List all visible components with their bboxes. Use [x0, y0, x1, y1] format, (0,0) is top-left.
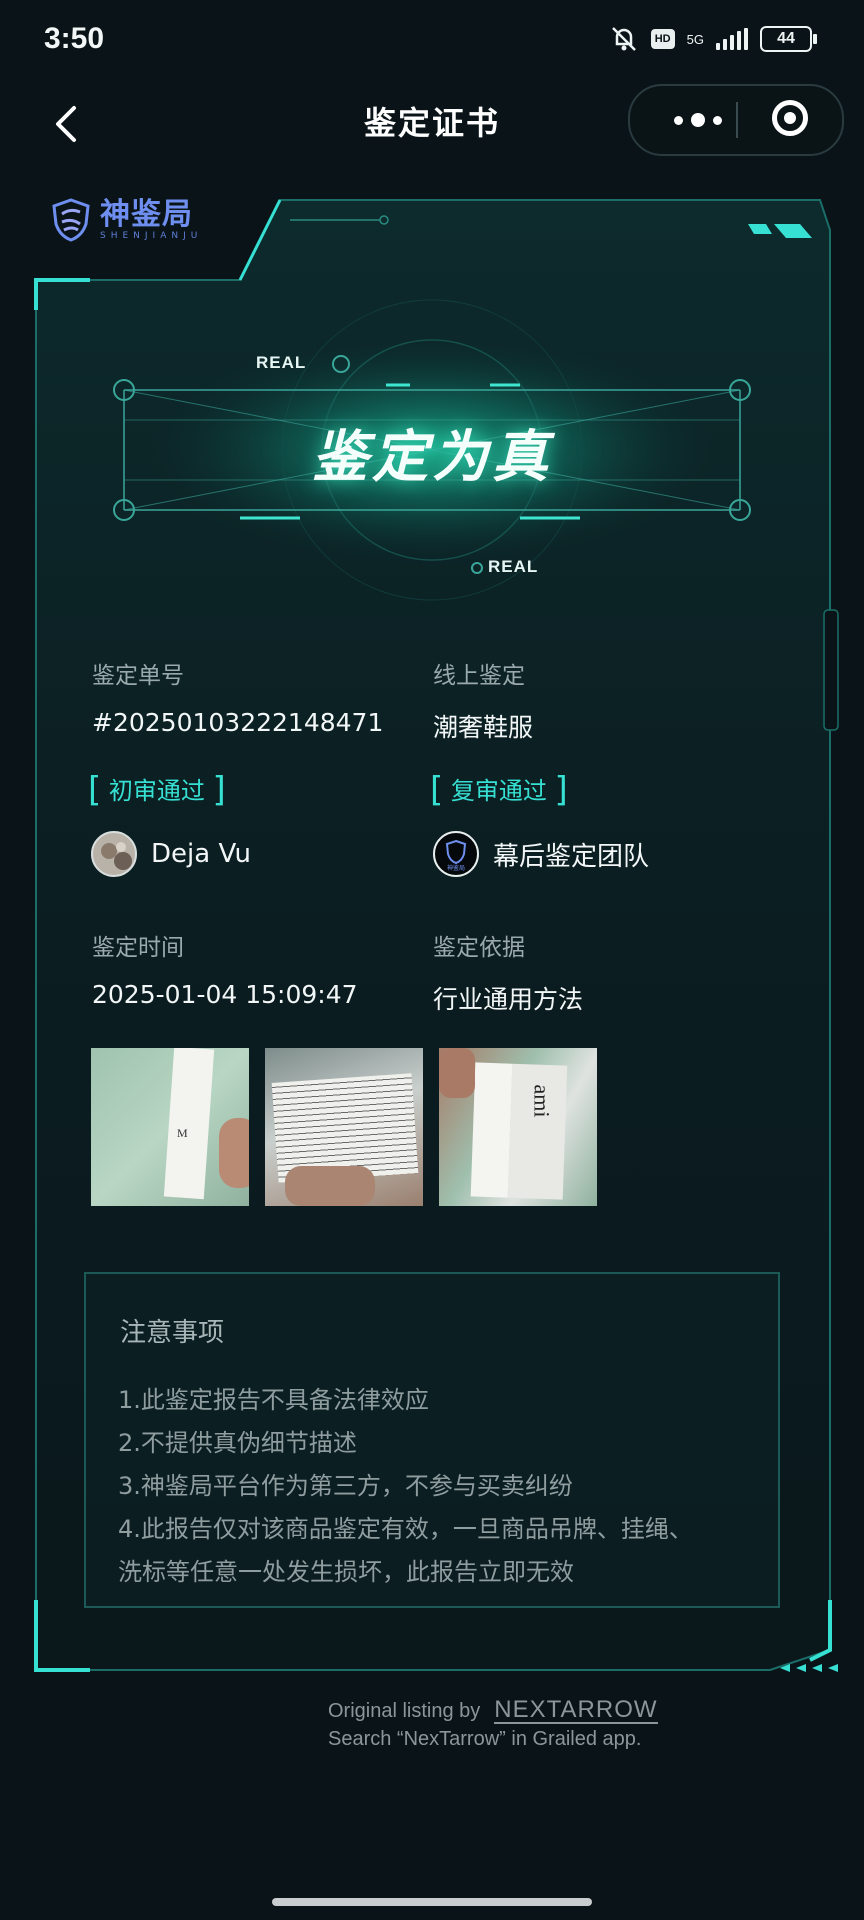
second-review-label: 复审通过 — [450, 777, 547, 805]
mini-program-capsule — [628, 84, 844, 156]
team-avatar-text: 神鉴局 — [447, 864, 465, 872]
status-time: 3:50 — [44, 22, 105, 55]
nextarrow-logo: NEXTARROW — [494, 1696, 658, 1724]
second-reviewer-name: 幕后鉴定团队 — [493, 841, 650, 872]
network-label: 5G — [686, 31, 704, 47]
first-reviewer-name: Deja Vu — [151, 839, 251, 869]
photo-brand-label[interactable]: ami — [439, 1048, 597, 1206]
appraisal-time-value: 2025-01-04 15:09:47 — [92, 980, 358, 1009]
order-number-field: 鉴定单号 #20250103222148471 — [92, 656, 383, 737]
mute-bell-icon — [611, 27, 636, 51]
real-tag-bottom: REAL — [488, 557, 539, 576]
appraisal-basis-field: 鉴定依据 行业通用方法 — [433, 928, 583, 1016]
listing-watermark: Original listing by NEXTARROW Search “Ne… — [328, 1698, 658, 1751]
notes-line: 4.此报告仅对该商品鉴定有效，一旦商品吊牌、挂绳、 — [118, 1515, 693, 1543]
notes-line: 1.此鉴定报告不具备法律效应 — [118, 1386, 429, 1414]
verdict-title: 鉴定为真 — [312, 425, 552, 490]
second-reviewer: 神鉴局 幕后鉴定团队 — [433, 831, 649, 877]
appraisal-basis-value: 行业通用方法 — [433, 985, 584, 1014]
capsule-divider — [736, 102, 738, 138]
order-number-value: #20250103222148471 — [92, 708, 384, 737]
first-review-badge: [ 初审通过 ] — [88, 770, 226, 810]
team-shield-icon: 神鉴局 — [445, 839, 467, 872]
status-bar: 3:50 HD 5G 44 — [0, 0, 864, 84]
appraisal-type-field: 线上鉴定 潮奢鞋服 — [433, 656, 533, 744]
home-indicator[interactable] — [272, 1898, 592, 1906]
brand-name-cn: 神鉴局 — [100, 197, 193, 232]
photo-brand-label-text: ami — [529, 1084, 555, 1118]
status-icons: HD 5G 44 — [609, 24, 817, 54]
notes-line: 洗标等任意一处发生损坏，此报告立即无效 — [118, 1558, 574, 1586]
photo-size-tag[interactable]: M — [91, 1048, 249, 1206]
notes-line: 3.神鉴局平台作为第三方，不参与买卖纠纷 — [118, 1472, 573, 1500]
shield-logo-icon — [52, 198, 90, 242]
photo-size-tag-text: M — [177, 1126, 188, 1140]
appraisal-type-value: 潮奢鞋服 — [433, 713, 534, 742]
appraisal-basis-label: 鉴定依据 — [433, 935, 525, 961]
notes-line: 2.不提供真伪细节描述 — [118, 1429, 357, 1457]
notes-title: 注意事项 — [120, 1318, 225, 1348]
evidence-photos: M ami — [91, 1048, 597, 1206]
brand-name-en: SHENJIANJU — [100, 231, 203, 241]
close-mini-program-icon[interactable] — [772, 100, 808, 136]
team-avatar: 神鉴局 — [433, 831, 479, 877]
first-reviewer: Deja Vu — [91, 831, 251, 877]
appraisal-time-field: 鉴定时间 2025-01-04 15:09:47 — [92, 928, 358, 1009]
real-tag-top: REAL — [256, 353, 307, 372]
brand-logo: 神鉴局 SHENJIANJU — [50, 198, 202, 242]
photo-care-label[interactable] — [265, 1048, 423, 1206]
notes-panel: 注意事项 1.此鉴定报告不具备法律效应 2.不提供真伪细节描述 3.神鉴局平台作… — [84, 1272, 780, 1608]
appraisal-type-label: 线上鉴定 — [433, 663, 525, 689]
battery-icon: 44 — [760, 26, 817, 52]
nav-bar: 鉴定证书 — [0, 84, 864, 174]
signal-icon — [716, 28, 748, 50]
first-review-label: 初审通过 — [108, 777, 205, 805]
more-options-icon[interactable] — [658, 108, 738, 132]
avatar — [91, 831, 137, 877]
listing-prefix: Original listing by — [328, 1699, 481, 1722]
order-number-label: 鉴定单号 — [92, 663, 184, 689]
appraisal-time-label: 鉴定时间 — [92, 935, 184, 961]
search-hint: Search “NexTarrow” in Grailed app. — [328, 1728, 642, 1750]
hd-icon: HD — [650, 29, 675, 49]
second-review-badge: [ 复审通过 ] — [430, 770, 568, 810]
